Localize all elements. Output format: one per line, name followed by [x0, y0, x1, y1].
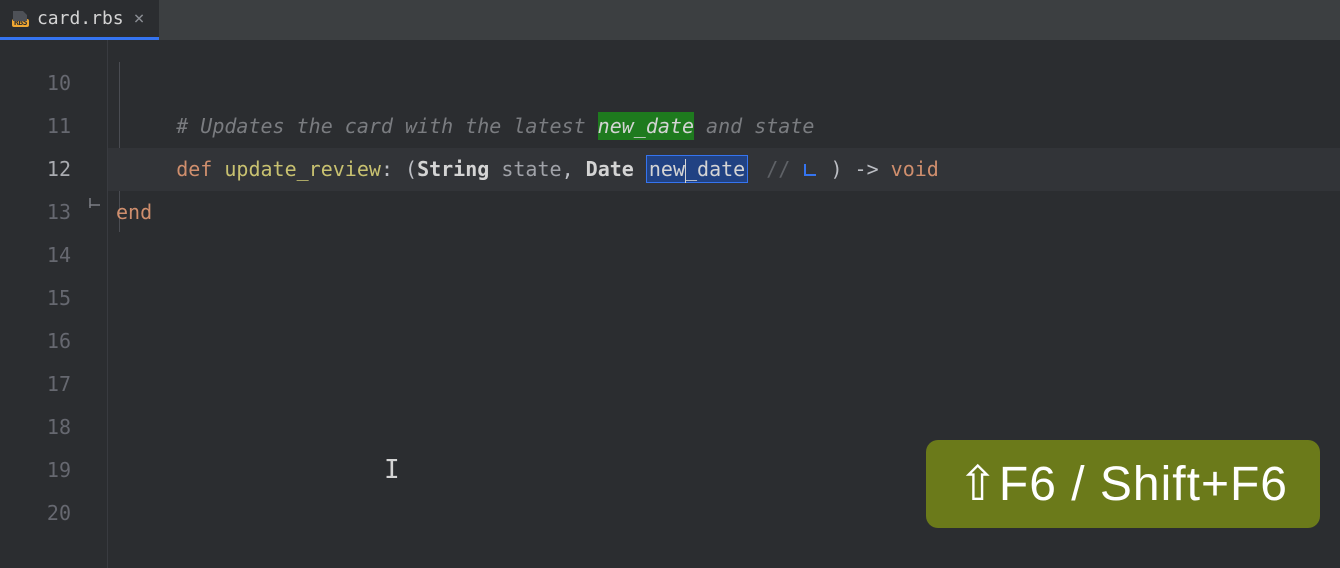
code-line	[108, 234, 1340, 277]
inlay-hint: //	[754, 157, 818, 181]
code-line	[108, 363, 1340, 406]
code-line: end	[108, 191, 1340, 234]
code-line	[108, 320, 1340, 363]
line-number[interactable]: 14	[0, 234, 107, 277]
line-number[interactable]: 15	[0, 277, 107, 320]
line-number[interactable]: 11	[0, 105, 107, 148]
rename-hint-icon	[802, 164, 818, 178]
rbs-file-icon: RBS	[12, 11, 29, 27]
line-number[interactable]: 17	[0, 363, 107, 406]
line-number[interactable]: 10	[0, 62, 107, 105]
code-line: # Updates the card with the latest new_d…	[108, 105, 1340, 148]
line-number[interactable]: 16	[0, 320, 107, 363]
code-line	[108, 277, 1340, 320]
rename-input[interactable]: new_date	[646, 155, 748, 183]
fold-end-icon[interactable]	[88, 195, 102, 209]
close-icon[interactable]: ×	[132, 8, 147, 29]
tab-filename: card.rbs	[37, 8, 124, 29]
shortcut-hint-overlay: ⇧F6 / Shift+F6	[926, 440, 1320, 528]
line-number[interactable]: 12	[0, 148, 107, 191]
code-line	[108, 62, 1340, 105]
gutter: 1011121314151617181920	[0, 40, 108, 568]
file-tab[interactable]: RBS card.rbs ×	[0, 0, 159, 40]
tab-bar: RBS card.rbs ×	[0, 0, 1340, 40]
line-number[interactable]: 19	[0, 449, 107, 492]
code-line-active: def update_review: (String state, Date n…	[108, 148, 1340, 191]
line-number[interactable]: 18	[0, 406, 107, 449]
usage-highlight: new_date	[598, 112, 694, 140]
line-number[interactable]: 20	[0, 492, 107, 535]
